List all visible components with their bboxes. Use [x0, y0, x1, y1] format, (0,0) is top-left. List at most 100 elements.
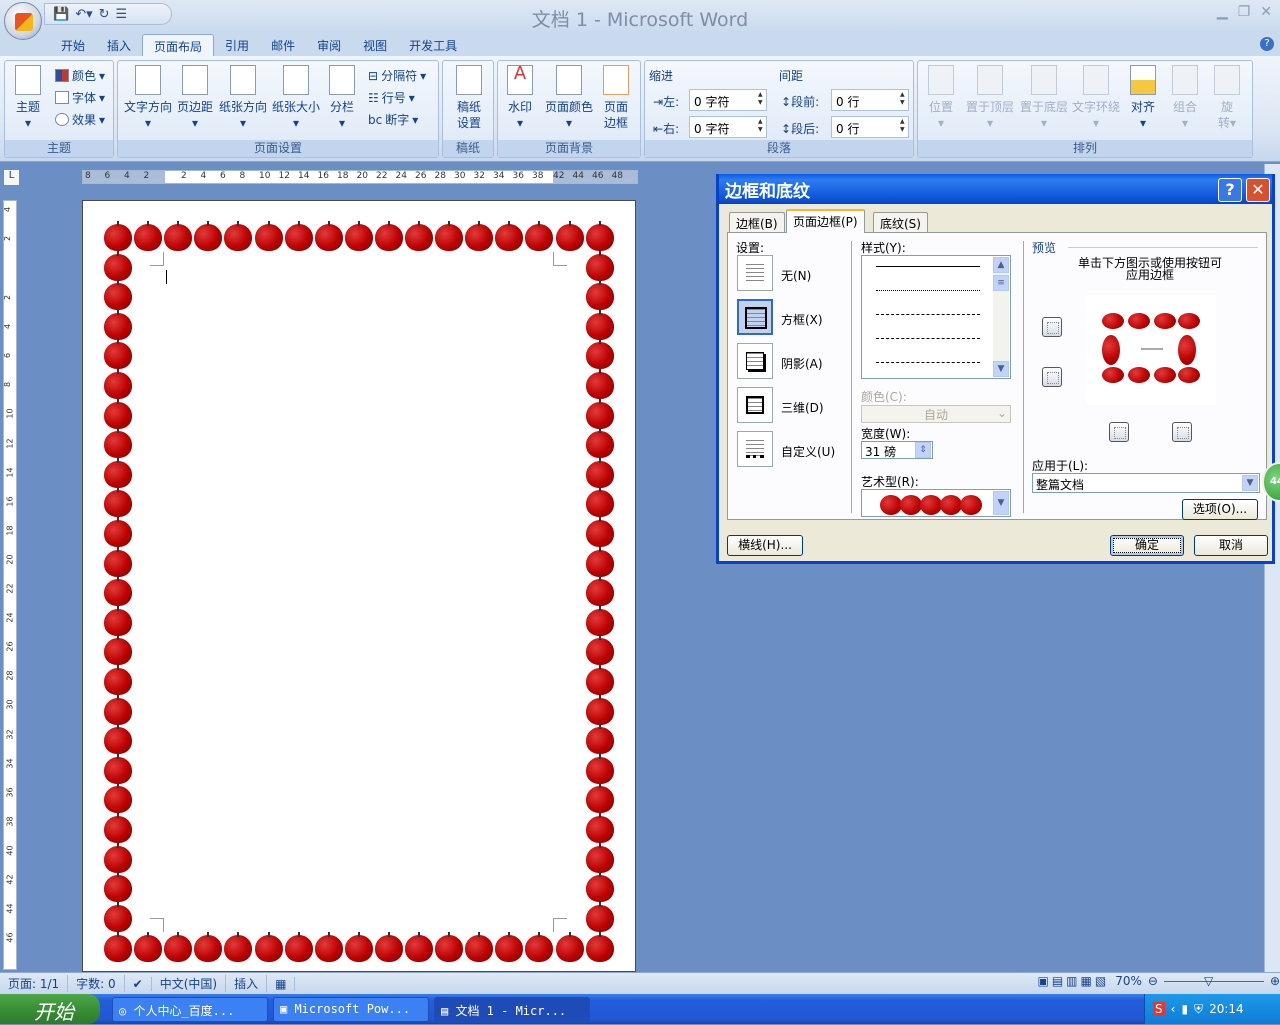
language[interactable]: 中文(中国): [152, 975, 226, 992]
indent-left-input[interactable]: 0 字符: [689, 89, 767, 111]
effects-button[interactable]: 效果▾: [55, 111, 105, 128]
options-button[interactable]: 选项(O)...: [1182, 499, 1258, 520]
themes-button[interactable]: 主题▾: [11, 65, 45, 131]
help-icon[interactable]: ?: [1260, 37, 1274, 51]
insert-mode[interactable]: 插入: [226, 975, 267, 992]
horizontal-line-button[interactable]: 横线(H)...: [727, 535, 803, 556]
tab-references[interactable]: 引用: [214, 34, 260, 56]
apply-to-select[interactable]: 整篇文档▼: [1032, 473, 1260, 493]
setting-shadow-icon[interactable]: [737, 343, 773, 379]
group-button[interactable]: 组合▾: [1168, 65, 1202, 131]
setting-none-icon[interactable]: [737, 255, 773, 291]
help-button[interactable]: ?: [1218, 178, 1242, 202]
bottom-border-button[interactable]: [1042, 367, 1062, 387]
align-button[interactable]: 对齐▾: [1126, 65, 1160, 131]
right-border-button[interactable]: [1172, 422, 1192, 442]
zoom-out-icon[interactable]: ⊖: [1148, 974, 1158, 988]
task-browser[interactable]: ◎ 个人中心_百度...: [112, 997, 268, 1022]
colors-button[interactable]: 颜色▾: [55, 67, 105, 84]
rotate-button[interactable]: 旋转▾: [1210, 65, 1244, 131]
tab-insert[interactable]: 插入: [96, 34, 142, 56]
orientation-button[interactable]: 纸张方向▾: [217, 65, 269, 131]
style-scrollbar[interactable]: ▲ ≡ ▼: [993, 257, 1009, 377]
tab-review[interactable]: 审阅: [306, 34, 352, 56]
tray-expand-icon[interactable]: ‹: [1171, 1002, 1176, 1016]
macro-record-icon[interactable]: ▦: [267, 977, 295, 991]
setting-3d-icon[interactable]: [737, 387, 773, 423]
zoom-in-icon[interactable]: ⊕: [1270, 974, 1280, 988]
tab-developer[interactable]: 开发工具: [398, 34, 468, 56]
setting-custom-icon[interactable]: [737, 431, 773, 467]
setting-box-label[interactable]: 方框(X): [781, 311, 823, 328]
border-apple: [586, 342, 614, 369]
minimize-button[interactable]: ▁: [1217, 4, 1228, 20]
top-border-button[interactable]: [1042, 317, 1062, 337]
scroll-thumb[interactable]: ≡: [993, 275, 1009, 291]
security-shield-icon[interactable]: ⛨: [1194, 1002, 1203, 1017]
manuscript-settings-button[interactable]: 稿纸设置: [451, 65, 487, 131]
scroll-up-icon[interactable]: ▲: [993, 257, 1009, 273]
space-after-input[interactable]: 0 行: [831, 116, 909, 138]
vertical-ruler[interactable]: 4224681012141618202224262830323436384042…: [3, 200, 17, 970]
zoom-level[interactable]: 70%: [1115, 974, 1142, 988]
page-count[interactable]: 页面: 1/1: [0, 975, 68, 992]
setting-none-label[interactable]: 无(N): [781, 267, 811, 284]
indent-right-input[interactable]: 0 字符: [689, 116, 767, 138]
setting-box-icon[interactable]: [737, 299, 773, 335]
tab-view[interactable]: 视图: [352, 34, 398, 56]
hyphenation-button[interactable]: bc断字▾: [368, 111, 418, 128]
watermark-button[interactable]: A水印▾: [504, 65, 536, 131]
tab-home[interactable]: 开始: [50, 34, 96, 56]
left-border-button[interactable]: [1109, 422, 1129, 442]
document-page[interactable]: [82, 200, 636, 972]
restore-button[interactable]: ❐: [1238, 4, 1251, 20]
task-word[interactable]: ▤ 文档 1 - Micr...: [434, 997, 590, 1022]
page-color-button[interactable]: 页面颜色▾: [542, 65, 596, 131]
columns-button[interactable]: 分栏▾: [324, 65, 360, 131]
view-buttons[interactable]: ▣▤▥▦▧: [1038, 974, 1110, 988]
office-button[interactable]: [4, 2, 42, 40]
text-wrap-button[interactable]: 文字环绕▾: [1070, 65, 1122, 131]
width-select[interactable]: 31 磅⇕: [861, 441, 933, 459]
breaks-button[interactable]: ⊟分隔符▾: [368, 67, 426, 84]
tab-shading[interactable]: 底纹(S): [873, 212, 928, 232]
tab-page-border[interactable]: 页面边框(P): [786, 209, 865, 233]
setting-shadow-label[interactable]: 阴影(A): [781, 355, 823, 372]
size-button[interactable]: 纸张大小▾: [270, 65, 322, 131]
art-select[interactable]: ▼: [861, 489, 1011, 517]
border-preview[interactable]: [1086, 295, 1216, 405]
horizontal-ruler[interactable]: 8642246810121416182022242628303234363842…: [82, 170, 638, 184]
tab-borders[interactable]: 边框(B): [729, 212, 785, 232]
network-icon[interactable]: ▮: [1181, 1002, 1188, 1016]
ok-button[interactable]: 确定: [1110, 535, 1184, 556]
color-select[interactable]: 自动⌄: [861, 405, 1011, 423]
setting-3d-label[interactable]: 三维(D): [781, 399, 824, 416]
style-listbox[interactable]: ▲ ≡ ▼: [861, 255, 1011, 379]
page-borders-button[interactable]: 页面边框: [600, 65, 632, 131]
scroll-down-icon[interactable]: ▼: [993, 361, 1009, 377]
send-to-back-button[interactable]: 置于底层▾: [1018, 65, 1070, 131]
dialog-close-button[interactable]: ✕: [1246, 178, 1270, 202]
bring-to-front-button[interactable]: 置于顶层▾: [964, 65, 1016, 131]
width-spinner-icon[interactable]: ⇕: [915, 442, 931, 458]
fonts-button[interactable]: 字体▾: [55, 89, 105, 106]
position-button[interactable]: 位置▾: [924, 65, 958, 131]
word-count[interactable]: 字数: 0: [68, 975, 125, 992]
sogou-icon[interactable]: S: [1153, 1002, 1165, 1016]
tab-page-layout[interactable]: 页面布局: [142, 34, 214, 56]
chevron-down-icon[interactable]: ▼: [1242, 475, 1258, 491]
tab-mailings[interactable]: 邮件: [260, 34, 306, 56]
cancel-button[interactable]: 取消: [1194, 535, 1268, 556]
margins-button[interactable]: 页边距▾: [175, 65, 215, 131]
close-button[interactable]: ✕: [1260, 4, 1272, 20]
zoom-slider[interactable]: ▽: [1164, 981, 1264, 982]
task-powerpoint[interactable]: ▣ Microsoft Pow...: [273, 997, 429, 1022]
text-direction-button[interactable]: 文字方向▾: [122, 65, 174, 131]
chevron-down-icon[interactable]: ▼: [993, 491, 1009, 515]
setting-custom-label[interactable]: 自定义(U): [781, 443, 835, 460]
start-button[interactable]: 开始: [0, 994, 100, 1024]
space-before-input[interactable]: 0 行: [831, 89, 909, 111]
tab-selector[interactable]: L: [3, 169, 20, 186]
proofing-icon[interactable]: ✔: [125, 977, 152, 991]
line-numbers-button[interactable]: ☷行号▾: [368, 89, 415, 106]
